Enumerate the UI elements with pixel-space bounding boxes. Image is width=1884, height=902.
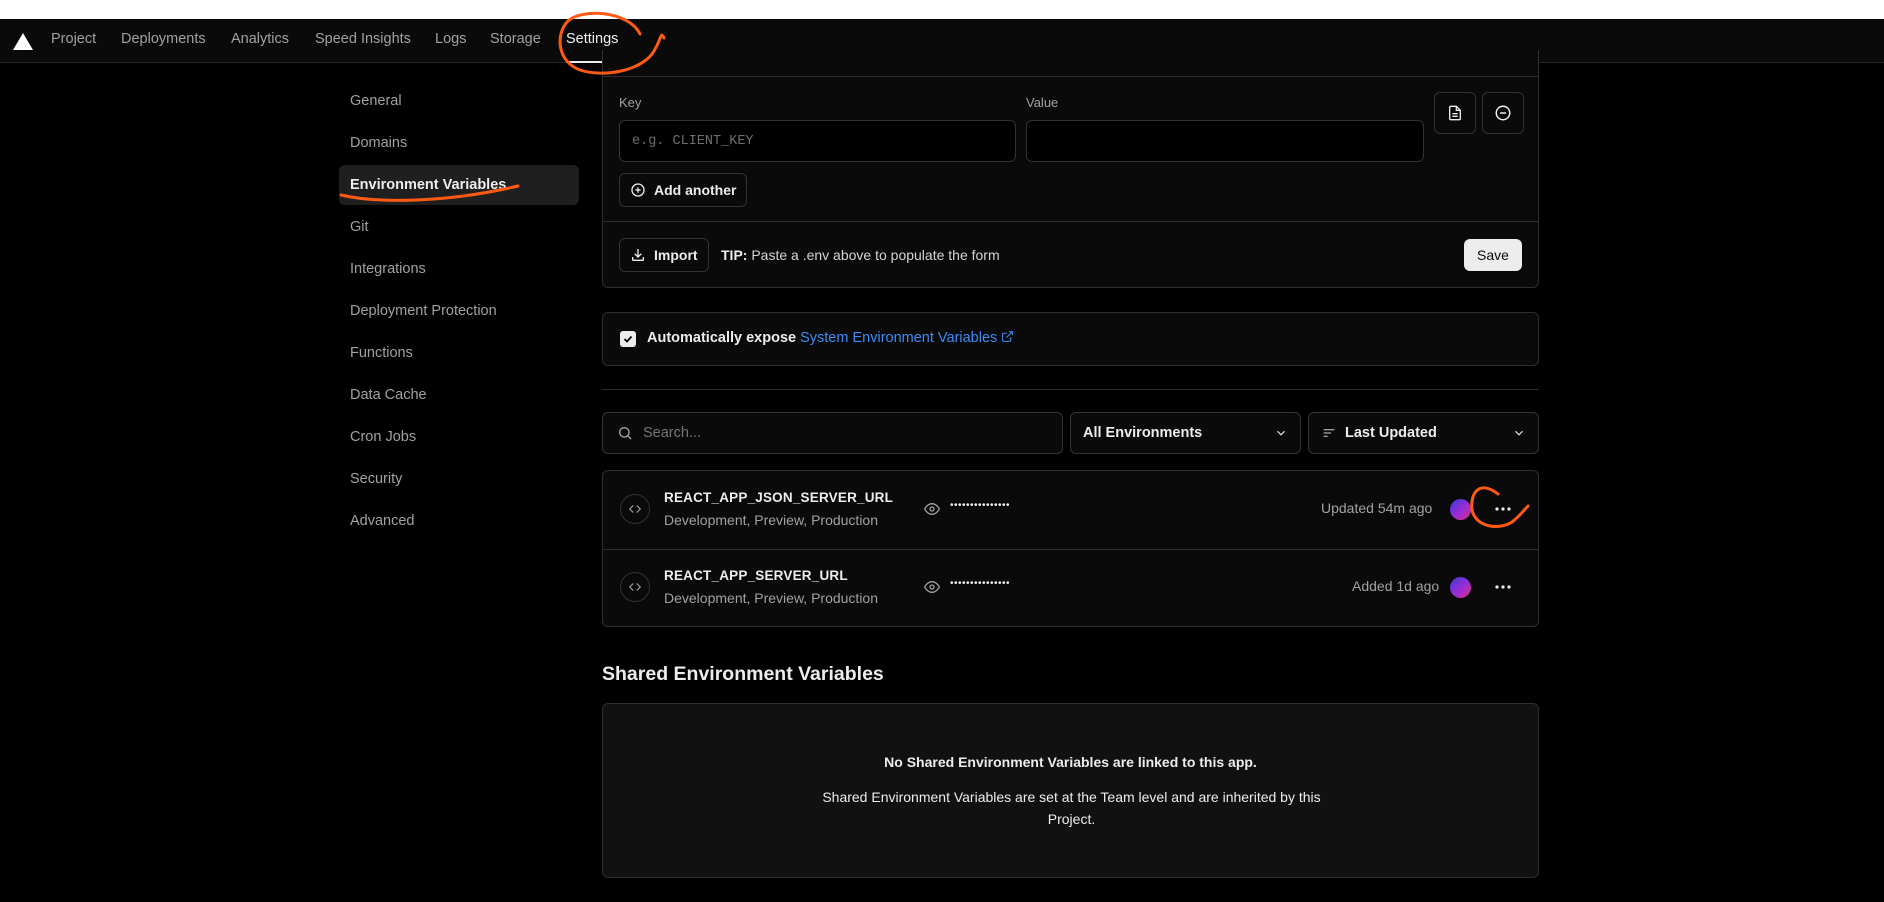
search-input[interactable] (643, 425, 1043, 441)
tab-settings[interactable]: Settings (566, 31, 618, 47)
remove-row-button[interactable] (1482, 92, 1524, 134)
file-text-icon (1449, 105, 1461, 121)
table-row[interactable]: REACT_APP_JSON_SERVER_URL Development, P… (602, 470, 1539, 548)
chevron-down-icon (1515, 430, 1523, 436)
add-variable-card: Key Value Add another Import TIP: Paste … (602, 50, 1539, 288)
search-box (602, 412, 1063, 454)
variable-environments: Development, Preview, Production (664, 512, 878, 528)
more-horizontal-icon[interactable] (1490, 575, 1516, 599)
tip-bold: TIP: (721, 247, 748, 263)
environment-select[interactable]: All Environments (1070, 412, 1301, 454)
masked-value: ••••••••••••••• (950, 578, 1011, 589)
save-button[interactable]: Save (1464, 239, 1522, 271)
eye-icon[interactable] (924, 501, 940, 517)
sidebar-item-general[interactable]: General (339, 81, 579, 121)
avatar (1450, 577, 1471, 598)
section-divider (602, 389, 1539, 390)
auto-expose-text: Automatically expose System Environment … (647, 330, 1014, 346)
tab-deployments[interactable]: Deployments (121, 31, 206, 47)
sort-select-value: Last Updated (1345, 425, 1437, 441)
tip-message: Paste a .env above to populate the form (751, 247, 1000, 263)
sidebar-item-security[interactable]: Security (339, 459, 579, 499)
key-input[interactable] (619, 120, 1016, 162)
updated-time: Updated 54m ago (1321, 500, 1433, 516)
tab-analytics[interactable]: Analytics (231, 31, 289, 47)
sidebar-item-data-cache[interactable]: Data Cache (339, 375, 579, 415)
system-env-vars-link[interactable]: System Environment Variables (800, 330, 997, 346)
masked-value: ••••••••••••••• (950, 500, 1011, 511)
sidebar-item-integrations[interactable]: Integrations (339, 249, 579, 289)
shared-empty-state: No Shared Environment Variables are link… (602, 703, 1539, 878)
sort-select[interactable]: Last Updated (1308, 412, 1539, 454)
empty-state-description: Shared Environment Variables are set at … (822, 789, 1321, 827)
tab-logs[interactable]: Logs (435, 31, 466, 47)
auto-expose-label: Automatically expose (647, 330, 797, 346)
check-icon (623, 335, 633, 343)
window-top-strip (0, 0, 1884, 19)
plus-circle-icon (631, 183, 645, 197)
sidebar-item-domains[interactable]: Domains (339, 123, 579, 163)
more-horizontal-icon[interactable] (1490, 497, 1516, 521)
sort-lines-icon (1323, 429, 1335, 437)
added-time: Added 1d ago (1352, 578, 1440, 594)
sidebar-item-environment-variables[interactable]: Environment Variables (339, 165, 579, 205)
external-link-icon[interactable] (1001, 330, 1014, 343)
auto-expose-checkbox[interactable] (620, 331, 636, 347)
sidebar-item-git[interactable]: Git (339, 207, 579, 247)
tab-storage[interactable]: Storage (490, 31, 541, 47)
paste-env-button[interactable] (1434, 92, 1476, 134)
sidebar-item-cron-jobs[interactable]: Cron Jobs (339, 417, 579, 457)
tip-text: TIP: Paste a .env above to populate the … (721, 247, 1000, 263)
code-icon (620, 572, 650, 602)
shared-section-title: Shared Environment Variables (602, 663, 884, 685)
divider (603, 221, 1538, 222)
code-icon (620, 494, 650, 524)
variable-name: REACT_APP_SERVER_URL (664, 568, 848, 583)
add-another-label: Add another (654, 182, 737, 198)
variable-name: REACT_APP_JSON_SERVER_URL (664, 490, 894, 505)
import-label: Import (654, 247, 698, 263)
minus-circle-icon (1495, 105, 1511, 121)
tab-speed-insights[interactable]: Speed Insights (315, 31, 411, 47)
divider (603, 76, 1538, 77)
value-textarea[interactable] (1026, 120, 1424, 162)
key-label: Key (619, 95, 642, 110)
eye-icon[interactable] (924, 579, 940, 595)
sidebar-item-deployment-protection[interactable]: Deployment Protection (339, 291, 579, 331)
download-icon (632, 249, 644, 261)
environment-select-value: All Environments (1083, 425, 1203, 441)
vercel-logo-icon[interactable] (13, 33, 33, 50)
value-label: Value (1026, 95, 1059, 110)
empty-state-title: No Shared Environment Variables are link… (884, 754, 1257, 770)
add-another-button[interactable]: Add another (619, 173, 748, 207)
sidebar-item-functions[interactable]: Functions (339, 333, 579, 373)
import-button[interactable]: Import (619, 238, 709, 272)
avatar (1450, 499, 1471, 520)
chevron-down-icon (1277, 430, 1285, 436)
sidebar-item-advanced[interactable]: Advanced (339, 501, 579, 541)
table-row[interactable]: REACT_APP_SERVER_URL Development, Previe… (602, 548, 1539, 626)
tab-project[interactable]: Project (51, 31, 96, 47)
search-icon (619, 427, 632, 440)
variable-environments: Development, Preview, Production (664, 590, 878, 606)
